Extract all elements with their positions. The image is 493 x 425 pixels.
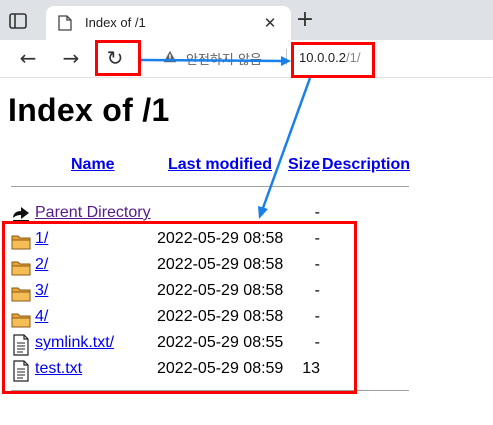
annotation-arrows	[140, 56, 312, 219]
arrow-reload-to-address	[140, 58, 283, 63]
arrow-head-listing	[258, 206, 268, 219]
arrow-address-to-listing	[261, 77, 312, 209]
arrow-head-address	[281, 56, 291, 66]
